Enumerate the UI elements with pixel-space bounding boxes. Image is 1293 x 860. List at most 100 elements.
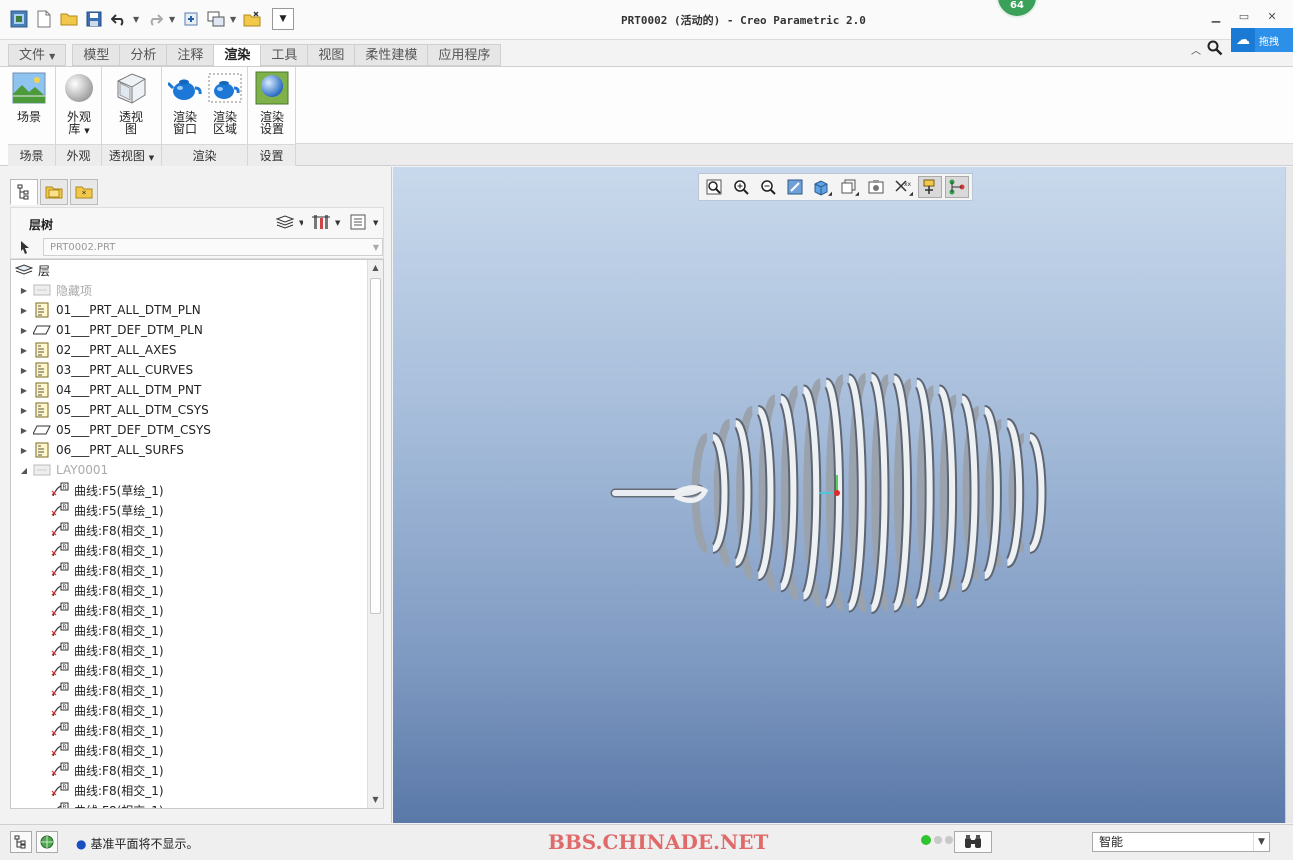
curve-list-item[interactable]: R 曲线:F8(相交_1) [51, 540, 164, 560]
tab-model-tree[interactable] [10, 179, 38, 205]
expanded-arrow-icon[interactable]: ◢ [19, 466, 29, 475]
render-window-button[interactable]: 渲染 窗口 [168, 71, 202, 135]
layer-item[interactable]: ▶ 01___PRT_ALL_DTM_PLN [19, 300, 201, 320]
toggle-browser-icon[interactable] [36, 831, 58, 853]
layer-item[interactable]: ◢ LAY0001 [19, 460, 108, 480]
tab-folder-browser[interactable] [40, 179, 68, 205]
layer-item[interactable]: ▶ 04___PRT_ALL_DTM_PNT [19, 380, 201, 400]
tab-annotate[interactable]: 注释 [166, 44, 214, 66]
save-icon[interactable] [83, 8, 105, 30]
curve-feature-icon: R [51, 502, 69, 518]
layers-menu-icon[interactable]: ▼ [275, 214, 305, 233]
collapsed-arrow-icon[interactable]: ▶ [19, 406, 29, 415]
undo-icon[interactable] [108, 8, 130, 30]
collapsed-arrow-icon[interactable]: ▶ [19, 386, 29, 395]
minimize-icon[interactable]: ▁ [1209, 10, 1223, 23]
undo-dropdown-icon[interactable]: ▼ [133, 15, 141, 24]
active-model-field[interactable]: PRT0002.PRT ▼ [43, 238, 383, 256]
close-window-icon[interactable] [241, 8, 263, 30]
render-region-button[interactable]: 渲染 区域 [208, 71, 242, 135]
curve-list-item[interactable]: R 曲线:F8(相交_1) [51, 740, 164, 760]
tab-favorites[interactable]: * [70, 179, 98, 205]
windows-dropdown-icon[interactable]: ▼ [230, 15, 238, 24]
layer-item[interactable]: ▶ 05___PRT_DEF_DTM_CSYS [19, 420, 211, 440]
regenerate-icon[interactable] [180, 8, 202, 30]
find-icon[interactable] [954, 831, 992, 853]
svg-text:R: R [62, 804, 66, 809]
tab-file[interactable]: 文件 ▼ [8, 44, 67, 66]
scroll-thumb[interactable] [370, 278, 381, 614]
tree-vertical-scrollbar[interactable]: ▲ ▼ [367, 260, 383, 808]
curve-list-item[interactable]: R 曲线:F8(相交_1) [51, 660, 164, 680]
search-icon[interactable] [1207, 40, 1223, 59]
tab-applications[interactable]: 应用程序 [427, 44, 502, 66]
maximize-icon[interactable]: ▭ [1237, 10, 1251, 23]
watermark: BBS.CHINADE.NET [548, 830, 769, 854]
perspective-view-button[interactable]: 透视 图 [114, 71, 148, 135]
curve-list-item[interactable]: R 曲线:F8(相交_1) [51, 580, 164, 600]
layer-item[interactable]: ▶ 06___PRT_ALL_SURFS [19, 440, 184, 460]
curve-list-item[interactable]: R 曲线:F8(相交_1) [51, 720, 164, 740]
curve-list-item[interactable]: R 曲线:F8(相交_1) [51, 680, 164, 700]
layer-root[interactable]: 层 [15, 260, 50, 280]
curve-list-item[interactable]: R 曲线:F8(相交_1) [51, 600, 164, 620]
layer-item[interactable]: ▶ 隐藏项 [19, 280, 92, 300]
layer-hidden-icon [33, 462, 51, 478]
selection-filter-select[interactable]: 智能 ▼ [1092, 832, 1270, 852]
curve-list-item[interactable]: R 曲线:F8(相交_1) [51, 520, 164, 540]
spring-model[interactable] [393, 167, 1285, 823]
tab-view[interactable]: 视图 [307, 44, 355, 66]
new-file-icon[interactable] [33, 8, 55, 30]
collapsed-arrow-icon[interactable]: ▶ [19, 306, 29, 315]
curve-list-item[interactable]: R 曲线:F8(相交_1) [51, 620, 164, 640]
tab-render[interactable]: 渲染 [213, 44, 261, 67]
tab-model[interactable]: 模型 [72, 44, 120, 66]
collapsed-arrow-icon[interactable]: ▶ [19, 346, 29, 355]
windows-icon[interactable] [205, 8, 227, 30]
settings-tools-icon[interactable]: ▼ [311, 213, 341, 234]
curve-list-item[interactable]: R 曲线:F8(相交_1) [51, 560, 164, 580]
curve-list-item[interactable]: R 曲线:F5(草绘_1) [51, 500, 164, 520]
tab-analysis[interactable]: 分析 [119, 44, 167, 66]
layer-item[interactable]: ▶ 02___PRT_ALL_AXES [19, 340, 177, 360]
collapsed-arrow-icon[interactable]: ▶ [19, 426, 29, 435]
customize-toolbar-icon[interactable]: ▼ [272, 8, 294, 30]
show-menu-icon[interactable]: ▼ [349, 213, 379, 234]
redo-icon[interactable] [144, 8, 166, 30]
scene-button[interactable]: 场景 [12, 71, 46, 123]
collapsed-arrow-icon[interactable]: ▶ [19, 446, 29, 455]
layer-item[interactable]: ▶ 03___PRT_ALL_CURVES [19, 360, 193, 380]
svg-text:R: R [62, 724, 66, 731]
tab-file-label: 文件 [19, 48, 46, 63]
collapse-ribbon-icon[interactable]: ︿ [1191, 42, 1201, 57]
redo-dropdown-icon[interactable]: ▼ [169, 15, 177, 24]
tab-flexible-modeling[interactable]: 柔性建模 [354, 44, 428, 66]
scroll-down-icon[interactable]: ▼ [368, 792, 383, 808]
layer-item[interactable]: ▶ 05___PRT_ALL_DTM_CSYS [19, 400, 209, 420]
curve-list-item[interactable]: R 曲线:F8(相交_1) [51, 760, 164, 780]
layer-item[interactable]: ▶ 01___PRT_DEF_DTM_PLN [19, 320, 203, 340]
collapsed-arrow-icon[interactable]: ▶ [19, 286, 29, 295]
graphics-window[interactable]: ◢ ◢ xx ◢ [393, 167, 1293, 823]
group-label-perspective[interactable]: 透视图 ▼ [102, 144, 161, 166]
tab-tools[interactable]: 工具 [260, 44, 308, 66]
curve-feature-icon: R [51, 482, 69, 498]
appearance-library-button[interactable]: 外观 库 ▼ [62, 71, 96, 137]
app-menu-icon[interactable] [8, 8, 30, 30]
curve-list-item[interactable]: R 曲线:F8(相交_1) [51, 800, 164, 809]
open-folder-icon[interactable] [58, 8, 80, 30]
select-pointer-icon[interactable] [19, 240, 31, 257]
scroll-up-icon[interactable]: ▲ [368, 260, 383, 276]
curve-list-item[interactable]: R 曲线:F5(草绘_1) [51, 480, 164, 500]
curve-feature-icon: R [51, 602, 69, 618]
layer-item-label: 01___PRT_ALL_DTM_PLN [56, 303, 201, 317]
curve-list-item[interactable]: R 曲线:F8(相交_1) [51, 640, 164, 660]
render-settings-button[interactable]: 渲染 设置 [255, 71, 289, 135]
close-icon[interactable]: ✕ [1265, 10, 1279, 23]
collapsed-arrow-icon[interactable]: ▶ [19, 366, 29, 375]
collapsed-arrow-icon[interactable]: ▶ [19, 326, 29, 335]
curve-list-item[interactable]: R 曲线:F8(相交_1) [51, 780, 164, 800]
notification-badge[interactable]: 64 [996, 0, 1038, 18]
toggle-navigator-icon[interactable] [10, 831, 32, 853]
curve-list-item[interactable]: R 曲线:F8(相交_1) [51, 700, 164, 720]
